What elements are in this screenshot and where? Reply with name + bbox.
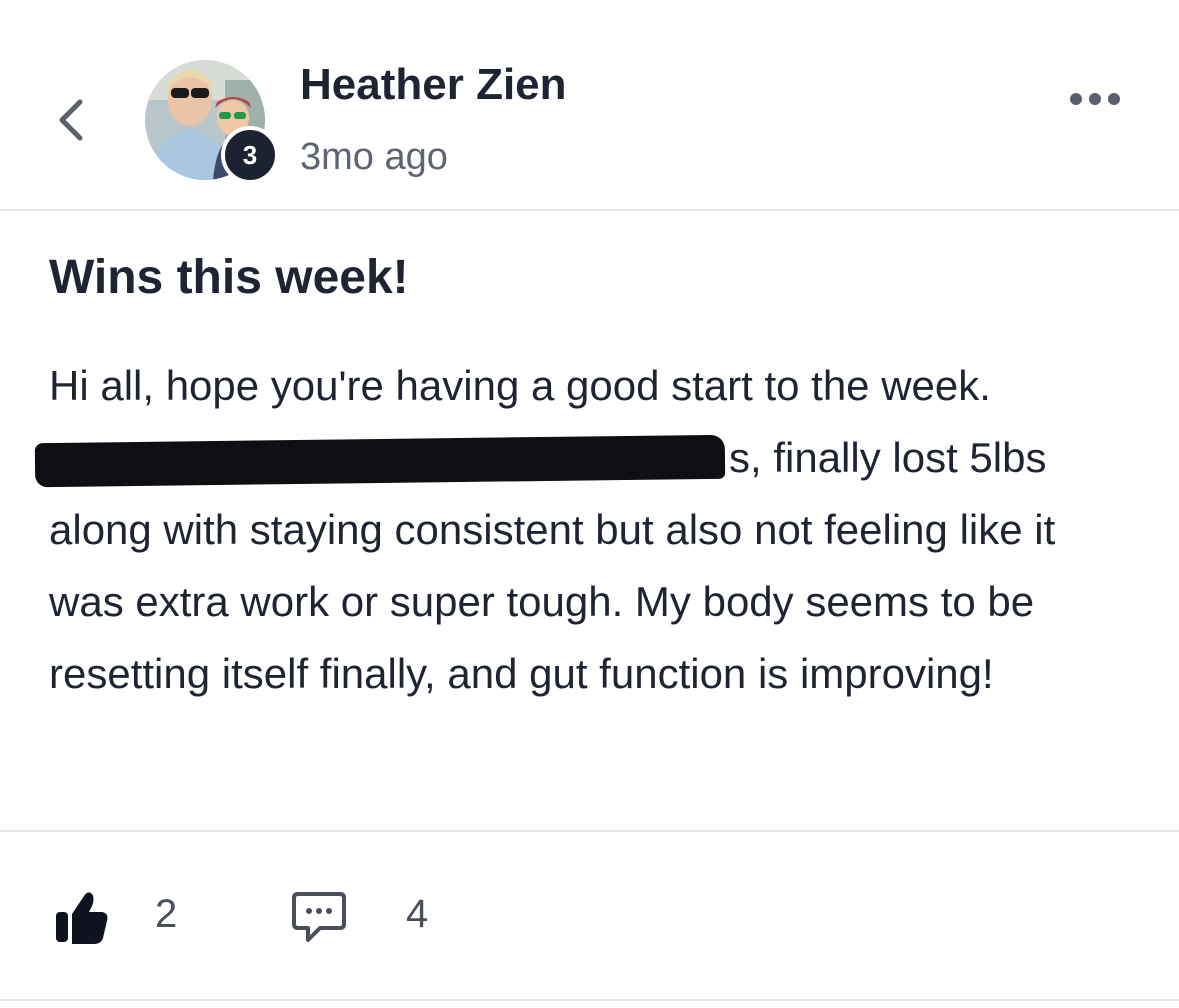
- redaction-mark: [34, 434, 726, 488]
- comment-bubble-icon: [292, 892, 346, 942]
- author-avatar-container[interactable]: 3: [145, 60, 279, 184]
- post-header: 3 Heather Zien 3mo ago: [0, 0, 1179, 211]
- author-name[interactable]: Heather Zien: [300, 60, 567, 110]
- thumbs-up-icon: [56, 892, 108, 944]
- post-title: Wins this week!: [49, 251, 409, 304]
- divider: [0, 830, 1179, 832]
- comment-count: 4: [406, 892, 429, 936]
- more-icon[interactable]: [1066, 84, 1124, 114]
- post-body: Hi all, hope you're having a good start …: [34, 350, 1139, 710]
- post-timestamp: 3mo ago: [300, 136, 448, 178]
- comment-button[interactable]: [290, 888, 348, 946]
- like-button[interactable]: [52, 888, 112, 948]
- like-count: 2: [155, 892, 178, 936]
- level-badge: 3: [221, 126, 279, 184]
- bottom-divider: [0, 999, 1179, 1001]
- back-icon[interactable]: [52, 96, 92, 144]
- post-body-line1: Hi all, hope you're having a good start …: [49, 362, 991, 409]
